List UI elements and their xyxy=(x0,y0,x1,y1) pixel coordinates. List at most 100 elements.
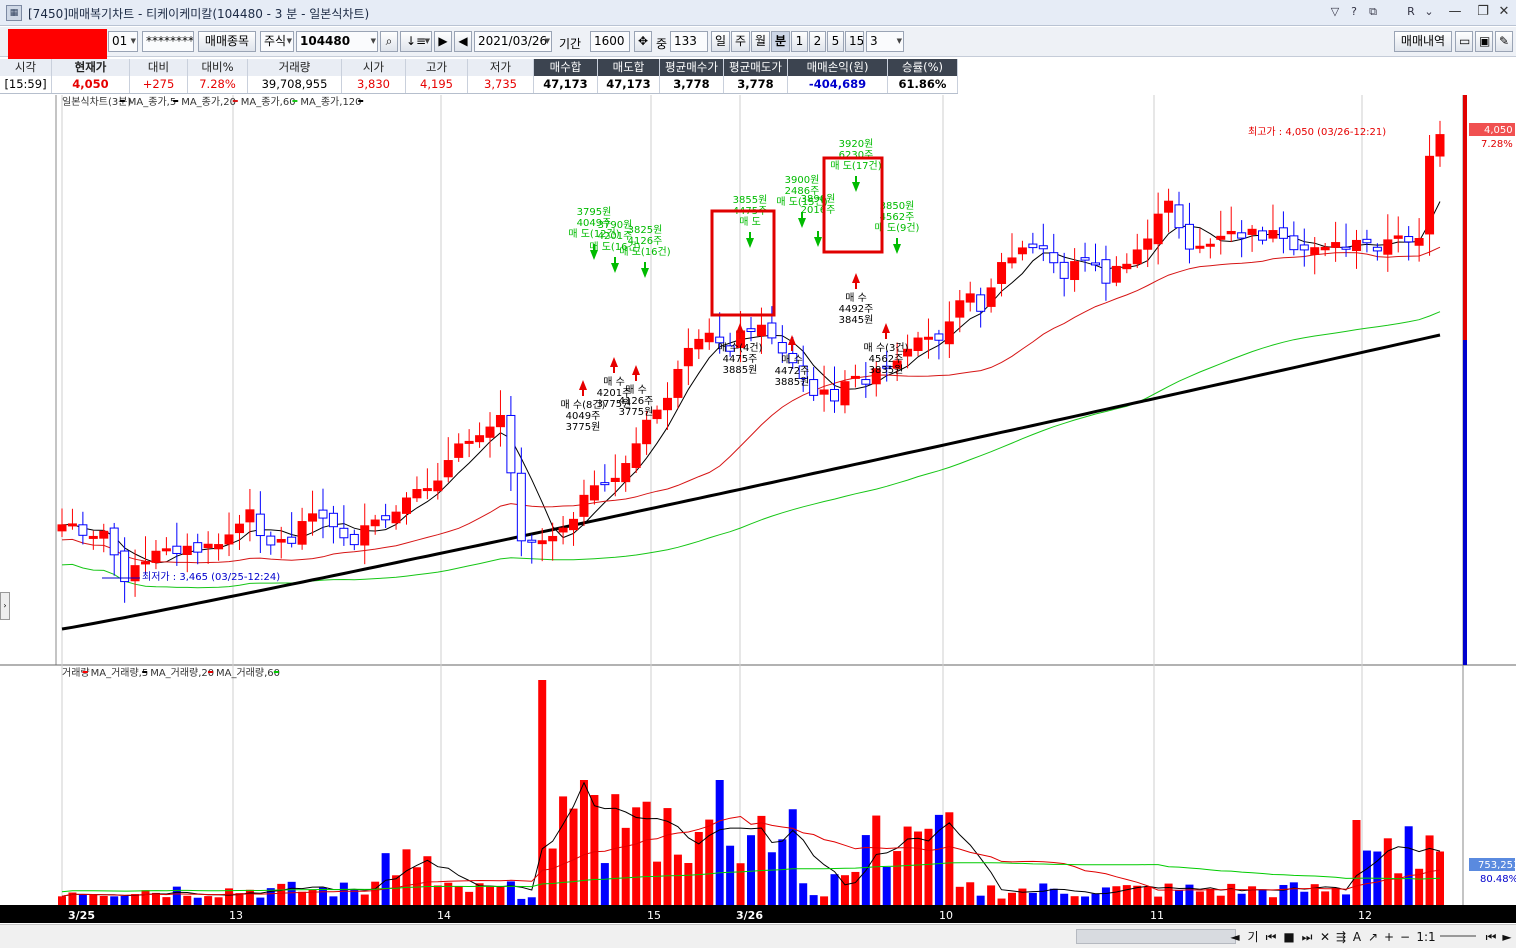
volume-bar xyxy=(1154,896,1163,905)
first-icon[interactable]: ⏮ xyxy=(1264,929,1278,945)
current-volume-pct: 80.48% xyxy=(1480,874,1516,885)
market-type-select[interactable]: 주식 xyxy=(260,31,294,52)
header-open: 시가 xyxy=(342,59,406,76)
help-icon[interactable]: ? xyxy=(1345,3,1363,21)
first-page-icon[interactable]: ⏮ xyxy=(1484,929,1498,945)
period-input[interactable]: 1600 xyxy=(590,31,630,52)
text-tool-icon[interactable]: A xyxy=(1350,929,1364,945)
minute-15-button[interactable]: 15 xyxy=(845,31,864,52)
minute-value-select[interactable]: 3 xyxy=(866,31,904,52)
candle-body xyxy=(1080,257,1090,261)
trend-line-icon[interactable]: ↗ xyxy=(1366,929,1380,945)
volume-legend-item: MA_거래량,5 xyxy=(91,667,149,679)
sell-marker-text: 3900원 xyxy=(785,174,820,186)
horizontal-scrollbar[interactable] xyxy=(1076,929,1236,944)
candle-body xyxy=(548,535,558,542)
candle-body xyxy=(495,414,505,428)
timeframe-minute[interactable]: 분 xyxy=(771,31,790,52)
collapse-icon[interactable]: ▽ xyxy=(1326,3,1344,21)
current-range-bar-up xyxy=(1463,95,1467,340)
candle-body xyxy=(652,409,662,420)
candle-body xyxy=(141,561,151,565)
buy-marker-text: 3775원 xyxy=(619,406,654,418)
scroll-left-icon[interactable]: ◄ xyxy=(1228,929,1242,945)
candle-body xyxy=(1038,245,1048,250)
chart-app-icon[interactable]: ▦ xyxy=(6,5,22,21)
volume-bar xyxy=(517,898,526,905)
minute-1-button[interactable]: 1 xyxy=(791,31,808,52)
account-select[interactable]: 01 xyxy=(108,31,138,52)
date-select[interactable]: 2021/03/26 xyxy=(474,31,552,52)
next-icon[interactable]: ⏭ xyxy=(1300,929,1314,945)
play-next-icon[interactable]: ▶ xyxy=(434,31,452,52)
settings-wrench-icon[interactable]: ✎ xyxy=(1495,31,1513,52)
volume-bar xyxy=(1227,883,1236,905)
chart-area[interactable]: 3/25 13 14 15 3/26 10 11 12 3795원 4049주 매 도(12건) 3… xyxy=(0,95,1516,948)
stock-code-input[interactable]: 104480 xyxy=(296,31,378,52)
volume-bar xyxy=(183,895,192,905)
volume-bar xyxy=(1425,835,1434,905)
value-open: 3,830 xyxy=(342,76,406,93)
zoom-in-icon[interactable]: + xyxy=(1382,929,1396,945)
play-prev-icon[interactable]: ◀ xyxy=(454,31,472,52)
buy-marker-text: 4126주 xyxy=(619,396,654,407)
timeframe-week[interactable]: 주 xyxy=(731,31,750,52)
volume-bar xyxy=(767,852,776,905)
minute-5-button[interactable]: 5 xyxy=(827,31,844,52)
price-legend-item: MA_종가,5 xyxy=(128,96,176,108)
zoom-out-icon[interactable]: − xyxy=(1398,929,1412,945)
sell-marker-text: 2016주 xyxy=(801,205,836,216)
search-icon[interactable]: ⌕ xyxy=(380,31,398,52)
volume-bar xyxy=(486,885,495,905)
trade-history-button[interactable]: 매매내역 xyxy=(1394,31,1452,52)
sort-order-icon[interactable]: ↓≡ xyxy=(400,31,432,52)
timeframe-month[interactable]: 월 xyxy=(751,31,770,52)
open-folder-icon[interactable]: ▭ xyxy=(1455,31,1473,52)
count-input[interactable]: 133 xyxy=(670,31,708,52)
volume-bar xyxy=(726,845,735,905)
volume-bar xyxy=(433,885,442,905)
value-avg-buy: 3,778 xyxy=(660,76,724,93)
base-icon[interactable]: 기 xyxy=(1246,929,1260,945)
timeframe-day[interactable]: 일 xyxy=(711,31,730,52)
volume-bar xyxy=(1143,886,1152,905)
copy-window-icon[interactable]: ⧉ xyxy=(1364,3,1382,21)
refresh-icon[interactable]: R xyxy=(1402,3,1420,21)
stop-icon[interactable]: ■ xyxy=(1282,929,1296,945)
close-button[interactable]: ✕ xyxy=(1490,1,1516,23)
volume-bar xyxy=(955,886,964,905)
minute-2-button[interactable]: 2 xyxy=(809,31,826,52)
sell-marker-text: 3890원 xyxy=(801,193,836,205)
volume-bar xyxy=(632,807,641,905)
legend-swatch xyxy=(142,671,148,673)
candle-body xyxy=(1247,228,1257,235)
volume-bar xyxy=(350,889,359,905)
last-page-icon[interactable]: ► xyxy=(1500,929,1514,945)
reset-zoom-icon[interactable]: 1:1 xyxy=(1416,929,1436,945)
overlay-icon[interactable]: ⇶ xyxy=(1334,929,1348,945)
candle-body xyxy=(464,440,474,444)
legend-swatch xyxy=(358,100,364,102)
volume-bar xyxy=(1258,889,1267,905)
candle-body xyxy=(1174,204,1184,229)
candle-body xyxy=(1143,238,1153,250)
candle-body xyxy=(1372,246,1382,252)
clear-icon[interactable]: ✕ xyxy=(1318,929,1332,945)
save-icon[interactable]: ▣ xyxy=(1475,31,1493,52)
minimize-button[interactable]: — xyxy=(1441,1,1469,23)
zoom-slider[interactable] xyxy=(1440,935,1476,937)
header-high: 고가 xyxy=(406,59,468,76)
header-avg-sell: 평균매도가 xyxy=(724,59,788,76)
current-price-tag: 4,050 xyxy=(1484,125,1513,136)
volume-bar xyxy=(89,894,98,905)
menu-down-icon[interactable]: ⌄ xyxy=(1420,3,1438,21)
volume-bar xyxy=(318,887,327,905)
candlestick-chart[interactable]: 3/25 13 14 15 3/26 10 11 12 3795원4049주매 도(12건)3… xyxy=(0,95,1516,948)
volume-bar xyxy=(1164,883,1173,905)
volume-bar xyxy=(1028,892,1037,905)
trade-items-button[interactable]: 매매종목 xyxy=(198,31,256,52)
password-field[interactable]: ******** xyxy=(142,31,194,52)
crosshair-icon[interactable]: ✥ xyxy=(634,31,652,52)
sell-marker-text: 3850원 xyxy=(880,200,915,212)
expand-left-panel-icon[interactable]: › xyxy=(0,592,10,620)
